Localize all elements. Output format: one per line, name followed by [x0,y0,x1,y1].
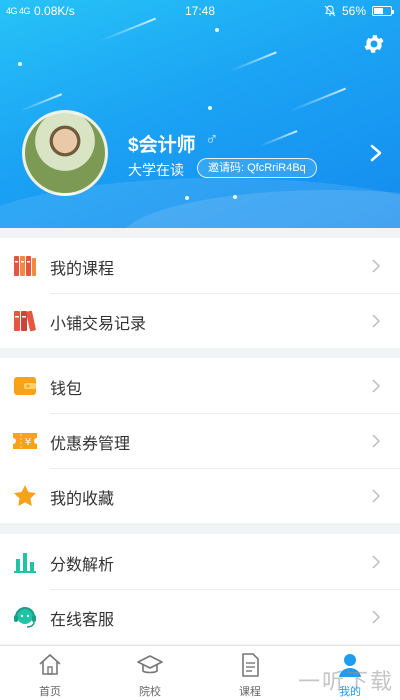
menu-group-wallet: 钱包 ¥ 优惠券管理 我的收藏 [0,358,400,523]
bell-off-icon [324,5,336,17]
header-streak [289,87,347,112]
svg-text:¥: ¥ [25,437,31,448]
watermark: 一听下载 [297,669,394,694]
gender-male-icon: ♂ [205,129,219,149]
menu-item-wallet[interactable]: 钱包 [0,358,400,413]
header-streak [259,130,298,147]
profile-header: 4G 4G 0.08K/s 17:48 56% $会计师 ♂ 大学在读 邀请码:… [0,0,400,228]
graduation-cap-icon [137,655,163,674]
home-icon [39,654,61,675]
menu-item-label: 优惠券管理 [50,436,131,453]
menu-item-label: 分数解析 [50,557,115,574]
invite-code-badge[interactable]: 邀请码: QfcRriR4Bq [197,158,317,178]
chevron-right-icon[interactable] [370,144,382,162]
header-dot [215,28,219,32]
chevron-right-icon [372,489,380,503]
menu-item-online-support[interactable]: 在线客服 [0,589,400,644]
coupon-icon: ¥ [13,433,37,449]
header-streak [229,51,277,72]
menu-item-label: 小铺交易记录 [50,316,147,333]
header-dot [18,62,22,66]
tab-home[interactable]: 首页 [0,646,100,700]
avatar[interactable] [22,110,108,196]
menu-group-courses: 我的课程 小铺交易记录 [0,238,400,348]
wallet-icon [14,377,36,395]
chevron-right-icon [372,259,380,273]
chevron-right-icon [372,379,380,393]
menu-item-coupons[interactable]: ¥ 优惠券管理 [0,413,400,468]
tab-schools[interactable]: 院校 [100,646,200,700]
headset-icon [14,607,36,628]
bar-chart-icon [14,553,36,573]
header-dot [233,195,237,199]
menu-item-label: 我的课程 [50,261,115,278]
books-icon [14,256,36,276]
menu-item-label: 在线客服 [50,612,115,629]
star-icon [14,485,36,506]
username: $会计师 [128,135,196,156]
menu-item-my-courses[interactable]: 我的课程 [0,238,400,293]
menu-item-favorites[interactable]: 我的收藏 [0,468,400,523]
gear-icon[interactable] [362,32,386,56]
tab-label: 首页 [39,686,61,698]
tab-label: 课程 [239,686,261,698]
chevron-right-icon [372,314,380,328]
menu-item-label: 钱包 [50,381,83,398]
books-red-icon [14,310,36,332]
chevron-right-icon [372,555,380,569]
menu-item-score-analysis[interactable]: 分数解析 [0,534,400,589]
header-streak [19,93,63,112]
header-dot [185,196,189,200]
header-dot [208,106,212,110]
document-icon [242,653,259,677]
school-status: 大学在读 [128,162,184,178]
chevron-right-icon [372,434,380,448]
menu-group-services: 分数解析 在线客服 [0,534,400,644]
tab-courses[interactable]: 课程 [200,646,300,700]
menu-item-label: 我的收藏 [50,491,115,508]
menu-item-shop-transactions[interactable]: 小铺交易记录 [0,293,400,348]
battery-icon [372,6,394,16]
status-bar: 4G 4G 0.08K/s 17:48 56% [0,0,400,22]
battery-percent: 56% [341,4,366,18]
tab-label: 院校 [139,686,161,698]
chevron-right-icon [372,610,380,624]
